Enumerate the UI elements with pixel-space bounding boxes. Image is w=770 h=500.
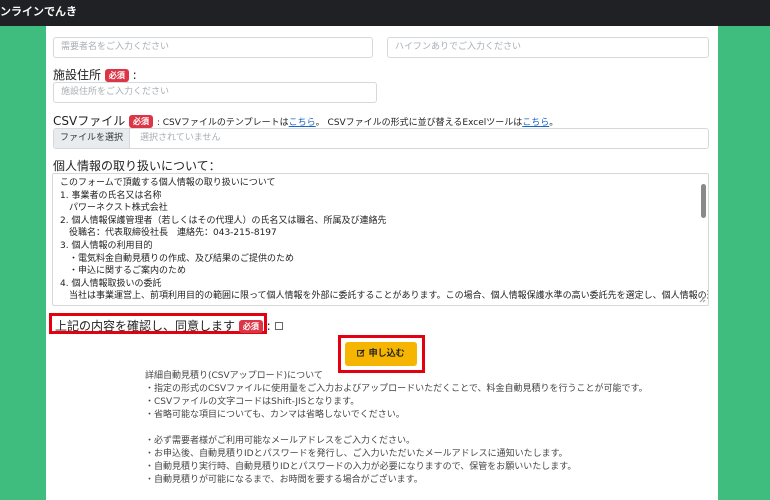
note-line: ・CSVファイルの文字コードはShift-JISとなります。	[145, 397, 360, 407]
privacy-line: 2. 個人情報保護管理者（若しくはその代理人）の氏名又は職名、所属及び連絡先	[60, 215, 387, 226]
privacy-policy-textarea[interactable]: このフォームで頂戴する個人情報の取り扱いについて 1. 事業者の氏名又は名称 パ…	[52, 173, 709, 306]
privacy-line: 役職名：代表取締役社長 連絡先：043-215-8197	[60, 228, 277, 239]
required-badge: 必須	[129, 115, 154, 128]
background-right	[718, 26, 770, 500]
note-line: ・自動見積り実行時、自動見積りIDとパスワードの入力が必要になりますので、保管を…	[145, 462, 577, 472]
privacy-line: ・電気料金自動見積りの作成、及び結果のご提供のため	[60, 253, 295, 264]
csv-note-suffix: 。	[549, 118, 559, 128]
privacy-line: 3. 個人情報の利用目的	[60, 240, 153, 251]
submit-button[interactable]: 申し込む	[345, 342, 417, 366]
customer-name-input[interactable]: 需要者名をご入力ください	[53, 37, 373, 58]
note-line: 詳細自動見積り(CSVアップロード)について	[145, 371, 323, 381]
csv-template-link[interactable]: こちら	[289, 118, 316, 128]
required-badge: 必須	[238, 320, 263, 333]
privacy-line: 4. 個人情報取扱いの委託	[60, 278, 162, 289]
privacy-line: 当社は事業運営上、前項利用目的の範囲に限って個人情報を外部に委託することがありま…	[60, 291, 709, 302]
privacy-line: このフォームで頂戴する個人情報の取り扱いについて	[60, 178, 276, 188]
label-colon: :	[132, 68, 137, 82]
choose-file-button[interactable]: ファイルを選択	[54, 129, 130, 148]
edit-icon	[357, 349, 366, 357]
note-line: ・指定の形式のCSVファイルに使用量をご入力およびアップロードいただくことで、料…	[145, 384, 648, 394]
consent-label: 上記の内容を確認し、同意します	[55, 319, 236, 333]
window-title: ンラインでんき	[0, 5, 77, 18]
privacy-heading: 個人情報の取り扱いについて：	[53, 159, 221, 173]
file-status: 選択されていません	[140, 133, 221, 143]
resize-handle-icon[interactable]	[699, 296, 706, 303]
csv-note-prefix: : CSVファイルのテンプレートは	[156, 118, 289, 128]
required-badge: 必須	[104, 69, 129, 82]
background-left	[0, 26, 46, 500]
consent-checkbox[interactable]	[274, 322, 283, 330]
csv-label: CSVファイル	[53, 114, 126, 128]
facility-address-input[interactable]: 施設住所をご入力ください	[53, 82, 377, 103]
customer-name-placeholder: 需要者名をご入力ください	[61, 42, 170, 52]
phone-input[interactable]: ハイフンありでご入力ください	[387, 37, 709, 58]
note-line: ・省略可能な項目についても、カンマは省略しないでください。	[145, 410, 405, 420]
phone-placeholder: ハイフンありでご入力ください	[395, 42, 522, 52]
note-line	[145, 422, 648, 435]
note-line: ・自動見積りが可能になるまで、お時間を要する場合がございます。	[145, 475, 423, 485]
note-line: ・お申込後、自動見積りIDとパスワードを発行し、ご入力いただいたメールアドレスに…	[145, 449, 568, 459]
facility-address-label-row: 施設住所 必須 :	[53, 66, 137, 83]
privacy-line: 1. 事業者の氏名又は名称	[60, 190, 162, 201]
privacy-line: パワーネクスト株式会社	[60, 203, 168, 214]
label-colon: :	[266, 319, 271, 333]
form-panel: 需要者名をご入力ください ハイフンありでご入力ください 施設住所 必須 : 施設…	[46, 26, 718, 500]
csv-file-input[interactable]: ファイルを選択 選択されていません	[53, 128, 709, 149]
submit-label: 申し込む	[368, 349, 405, 359]
csv-label-row: CSVファイル 必須 : CSVファイルのテンプレートはこちら。 CSVファイル…	[53, 112, 558, 129]
facility-address-label: 施設住所	[53, 68, 102, 82]
facility-address-placeholder: 施設住所をご入力ください	[61, 87, 170, 97]
window-titlebar: ンラインでんき	[0, 0, 770, 26]
privacy-line: ・申込に関するご案内のため	[60, 266, 187, 277]
consent-row: 上記の内容を確認し、同意します 必須 :	[55, 317, 283, 334]
scrollbar-thumb[interactable]	[701, 184, 706, 218]
excel-tool-link[interactable]: こちら	[522, 118, 549, 128]
csv-note-middle: 。 CSVファイルの形式に並び替えるExcelツールは	[315, 118, 523, 128]
privacy-policy-text: このフォームで頂戴する個人情報の取り扱いについて 1. 事業者の氏名又は名称 パ…	[60, 177, 709, 303]
csv-notes: 詳細自動見積り(CSVアップロード)について ・指定の形式のCSVファイルに使用…	[145, 370, 648, 487]
note-line: ・必ず需要者様がご利用可能なメールアドレスをご入力ください。	[145, 436, 416, 446]
vertical-scrollbar[interactable]	[700, 176, 707, 296]
